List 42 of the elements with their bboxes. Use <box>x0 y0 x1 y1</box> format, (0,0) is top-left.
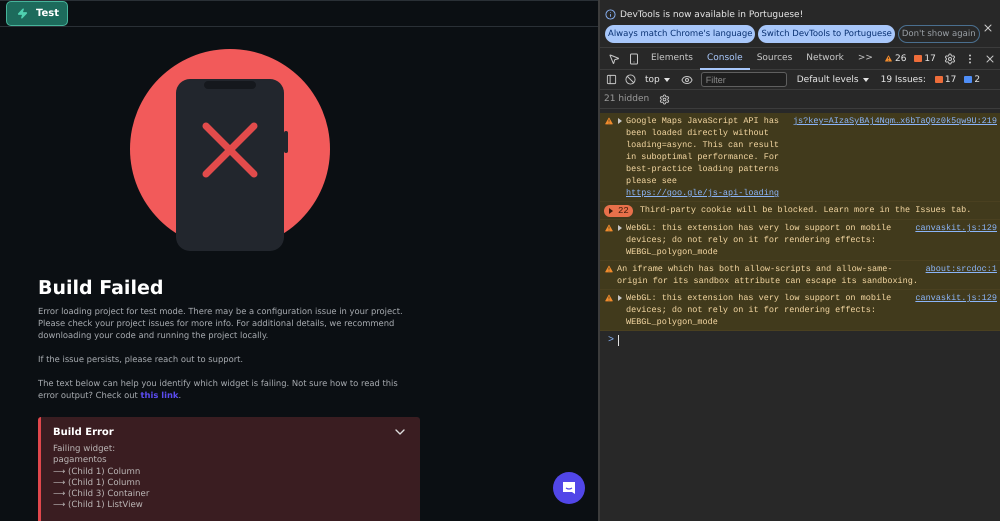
test-button[interactable]: Test <box>6 1 68 26</box>
prompt-sign: > <box>608 335 614 346</box>
devtools-tab[interactable]: Elements <box>644 48 700 70</box>
source-link[interactable]: canvaskit.js:129 <box>915 292 997 304</box>
message-text: Google Maps JavaScript API has been loaded directly without loading=async. This can result in suboptimal performance. For best-practice loading patterns please see https://goo.gle/js-api-loading <box>626 115 780 199</box>
description-text: If the issue persists, please reach out to support. <box>38 353 244 365</box>
panel-title: Build Error <box>53 426 114 438</box>
levels-select[interactable]: Default levels <box>796 74 871 84</box>
context-select[interactable]: top <box>645 74 672 84</box>
issue-error-count[interactable]: 17 <box>934 74 956 84</box>
source-link[interactable]: js?key=AIzaSyBAj4Nqm…x6bTaQ0z0k5qw9U:219 <box>792 115 997 127</box>
warning-count[interactable]: 26 <box>884 54 906 64</box>
message-text: WebGL: this extension has very low support on mobile devices; do not rely on it for rendering effects: WEBGL_polygon_mode <box>626 292 892 328</box>
devtools-tab[interactable]: Network <box>799 48 851 70</box>
banner-button[interactable]: Don't show again <box>898 25 980 43</box>
devtools-tab[interactable]: Console <box>700 48 750 70</box>
message-text: Third-party cookie will be blocked. Learn more in the Issues tab. <box>640 204 972 216</box>
more-tabs[interactable]: >> <box>850 48 880 70</box>
banner-button[interactable]: Switch DevTools to Portuguese <box>758 25 895 43</box>
issue-info-count[interactable]: 2 <box>964 74 980 84</box>
page-title: Build Failed <box>38 277 164 299</box>
source-link[interactable]: about:srcdoc:1 <box>926 263 997 275</box>
message-text: An iframe which has both allow-scripts and allow-same-origin for its sandbox attribute can escape its sandboxing. <box>617 263 919 287</box>
banner-button[interactable]: Always match Chrome's language <box>605 25 756 43</box>
doc-link[interactable]: https://goo.gle/js-api-loading <box>626 188 780 198</box>
error-count[interactable]: 17 <box>914 54 936 64</box>
error-line: ⟶ (Child 1) Column <box>53 466 142 478</box>
help-text: The text below can help you identify which widget is failing. Not sure how to read this error output? Check out this link. <box>38 377 399 401</box>
banner-text: DevTools is now available in Portuguese! <box>620 10 804 20</box>
error-line: Failing widget: <box>53 444 116 456</box>
error-line: ⟶ (Child 3) Container <box>53 489 150 500</box>
filter-field[interactable]: Filter <box>700 72 787 87</box>
devtools-tab[interactable]: Sources <box>750 48 800 70</box>
error-line: pagamentos <box>53 455 108 467</box>
source-link[interactable]: canvaskit.js:129 <box>915 222 997 234</box>
count-badge: 22 <box>604 205 633 217</box>
hidden-count: 21 hidden <box>604 94 650 104</box>
error-line: ⟶ (Child 1) Column <box>53 478 142 490</box>
description-text: Error loading project for test mode. There may be a configuration issue in your project. Please check your project issues for more info. For additional details, we recommend downloading your code and running the project locally. <box>38 305 404 341</box>
issues-label: 19 Issues: <box>880 74 926 84</box>
error-line: ⟶ (Child 1) ListView <box>53 500 144 512</box>
message-text: WebGL: this extension has very low support on mobile devices; do not rely on it for rendering effects: WEBGL_polygon_mode <box>626 222 892 258</box>
